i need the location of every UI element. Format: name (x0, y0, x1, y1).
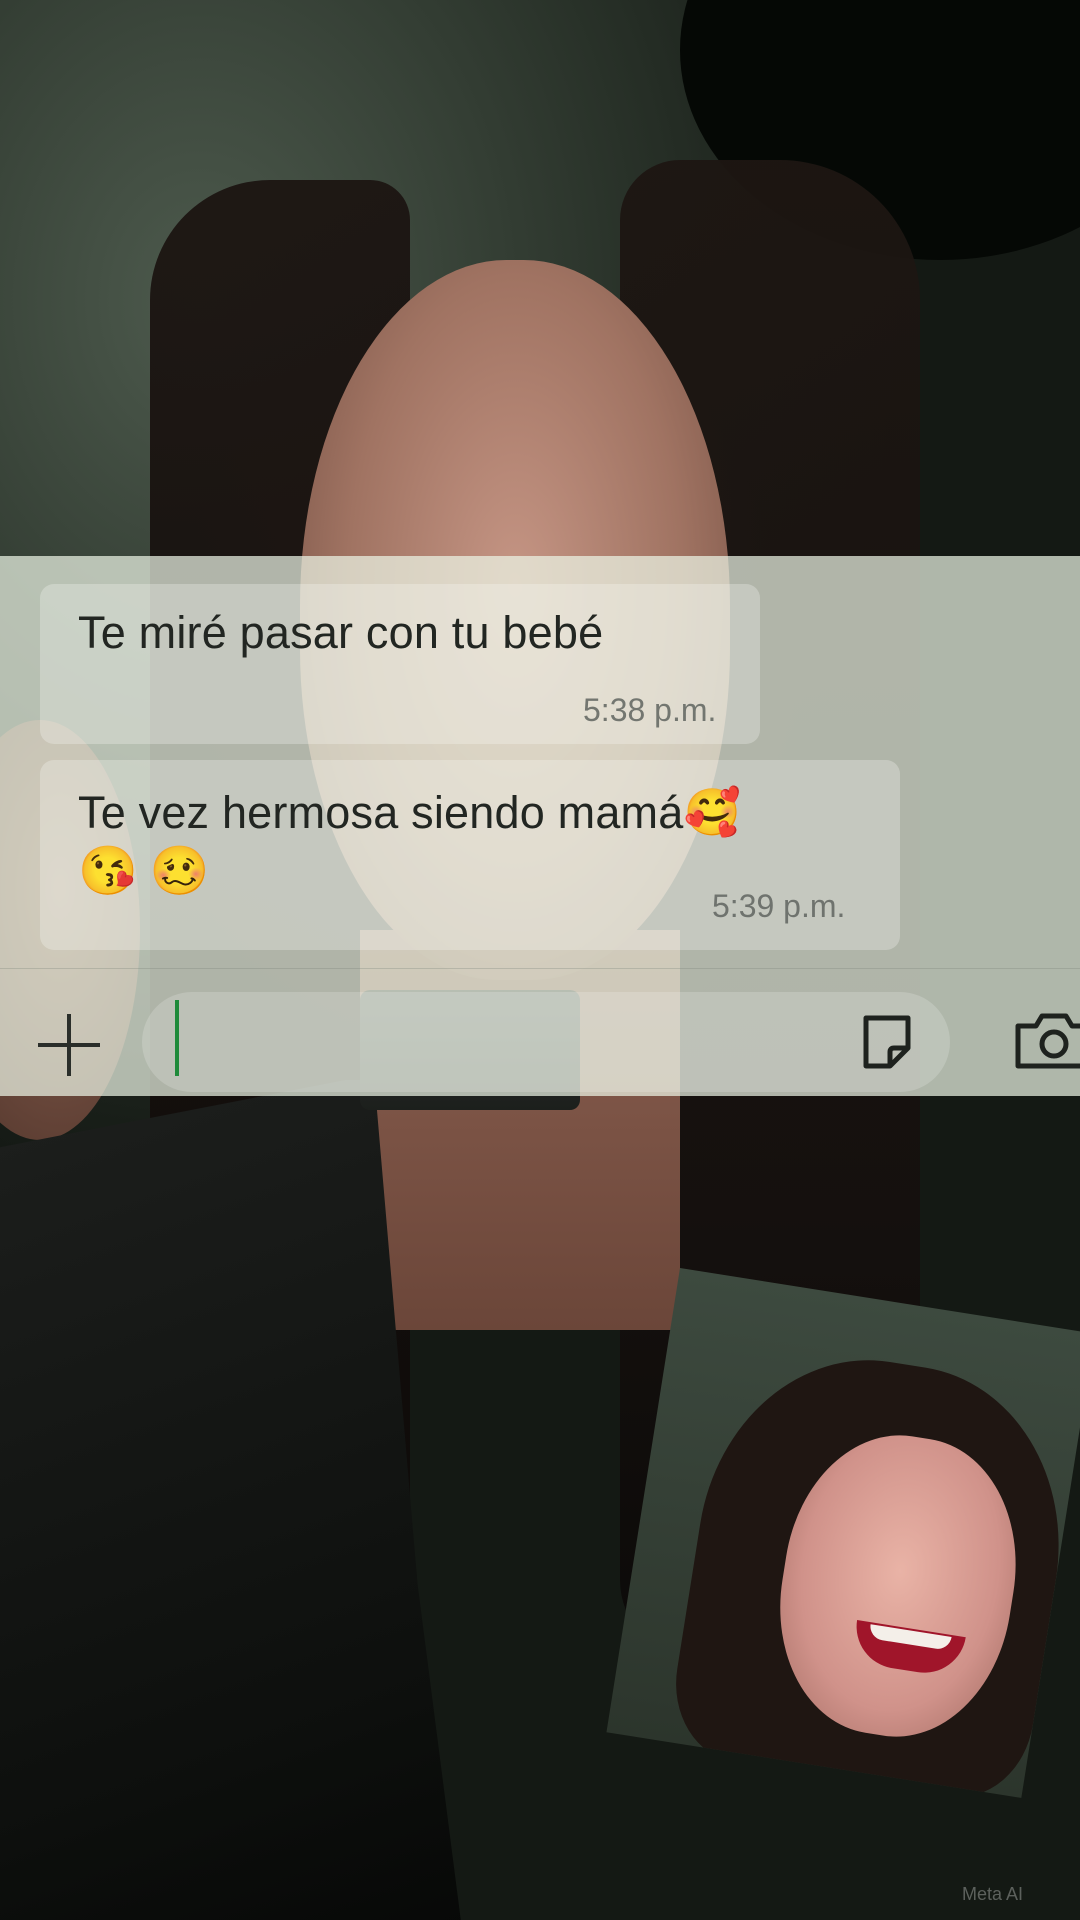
woozy-emoji: 🥴 (149, 845, 210, 898)
background-photo: Te miré pasar con tu bebé 5:38 p.m. Te v… (0, 0, 1080, 1920)
inset-photo (606, 1268, 1080, 1798)
text-caret (175, 1000, 179, 1076)
smiling-hearts-emoji: 🥰 (683, 786, 741, 838)
camera-icon[interactable] (1014, 1010, 1080, 1070)
message-text-content: Te vez hermosa siendo mamá (78, 787, 684, 838)
sticker-icon[interactable] (860, 1012, 914, 1072)
watermark: Meta AI (962, 1884, 1024, 1904)
message-timestamp: 5:39 p.m. (712, 888, 846, 924)
emoji-row: 😘 🥴 (78, 848, 222, 896)
message-input[interactable] (142, 992, 950, 1092)
message-text: Te vez hermosa siendo mamá🥰 (78, 785, 741, 840)
plus-icon[interactable] (38, 1014, 100, 1076)
kiss-emoji: 😘 (78, 845, 138, 898)
message-timestamp: 5:38 p.m. (583, 692, 717, 728)
message-text: Te miré pasar con tu bebé (78, 607, 604, 658)
